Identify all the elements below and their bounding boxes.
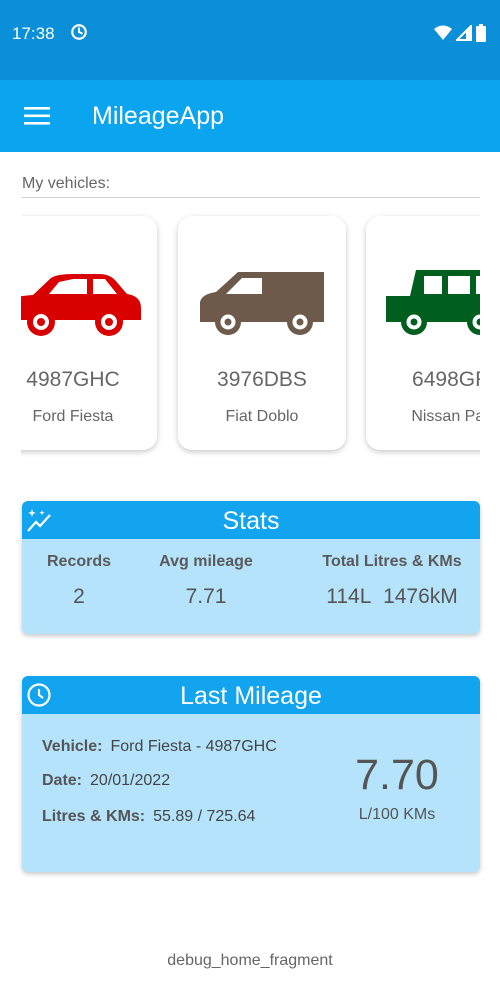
hamburger-menu-icon[interactable] (24, 106, 50, 126)
vehicle-model: Fiat Doblo (225, 408, 299, 425)
van-icon (200, 272, 324, 335)
litres-label: Litres & KMs: (42, 808, 146, 825)
total-value: 114L 1476kM (312, 585, 472, 609)
mileage-value: 7.70 (355, 751, 439, 799)
app-bar: MileageApp (0, 80, 500, 152)
total-kms: 1476kM (383, 585, 458, 608)
vehicle-plate: 4987GHC (26, 368, 120, 391)
date-value: 20/01/2022 (90, 772, 171, 789)
vehicle-carousel[interactable]: 4987GHC Ford Fiesta 3976DBS Fiat Doblo 6… (21, 210, 480, 460)
status-time: 17:38 (12, 24, 55, 43)
total-litres: 114L (326, 585, 372, 608)
records-label: Records (46, 553, 112, 570)
vehicle-card-nissan[interactable]: 6498GF Nissan Pat (366, 216, 480, 450)
stats-avg: Avg mileage 7.71 (146, 553, 266, 609)
litres-row: Litres & KMs: 55.89 / 725.64 (42, 808, 255, 826)
mileage-unit: L/100 KMs (358, 806, 436, 823)
last-mileage-title: Last Mileage (180, 682, 322, 710)
vehicle-plate: 3976DBS (217, 368, 307, 391)
debug-footer-text: debug_home_fragment (167, 952, 333, 969)
avg-mileage-label: Avg mileage (159, 553, 253, 570)
litres-value: 55.89 / 725.64 (153, 808, 256, 825)
date-row: Date: 20/01/2022 (42, 772, 170, 790)
date-label: Date: (42, 772, 83, 789)
stats-total: Total Litres & KMs 114L 1476kM (312, 553, 472, 609)
vehicle-value: Ford Fiesta - 4987GHC (110, 738, 277, 755)
app-title: MileageApp (92, 102, 225, 130)
vehicle-card-fiat-doblo[interactable]: 3976DBS Fiat Doblo (178, 216, 346, 450)
vehicle-row: Vehicle: Ford Fiesta - 4987GHC (42, 738, 277, 756)
sparkle-chart-icon (27, 509, 51, 532)
car-icon (21, 274, 141, 336)
status-bar: 17:38 (0, 0, 500, 80)
stats-records: Records 2 (36, 553, 122, 609)
stats-header: Stats (22, 501, 480, 539)
signal-icon (456, 25, 472, 41)
records-value: 2 (73, 585, 85, 608)
vehicle-model: Nissan Pat (411, 408, 480, 425)
status-icons (434, 24, 486, 42)
wifi-icon (434, 25, 452, 40)
vehicle-card-ford-fiesta[interactable]: 4987GHC Ford Fiesta (21, 216, 157, 450)
vehicle-model: Ford Fiesta (32, 408, 114, 425)
total-label: Total Litres & KMs (322, 553, 462, 570)
jeep-icon (386, 270, 480, 335)
vehicle-label: Vehicle: (42, 738, 103, 755)
divider (22, 197, 480, 198)
avg-mileage-value: 7.71 (185, 585, 227, 608)
last-mileage-header: Last Mileage (22, 676, 480, 714)
stats-title: Stats (222, 507, 280, 535)
my-vehicles-label: My vehicles: (22, 175, 111, 192)
vehicle-plate: 6498GF (412, 368, 480, 391)
clock-icon (27, 683, 51, 707)
battery-icon (476, 24, 486, 42)
stats-panel: Stats Records 2 Avg mileage 7.71 Total L… (22, 501, 480, 634)
last-mileage-panel: Last Mileage Vehicle: Ford Fiesta - 4987G… (22, 676, 480, 872)
sync-icon (71, 24, 87, 40)
